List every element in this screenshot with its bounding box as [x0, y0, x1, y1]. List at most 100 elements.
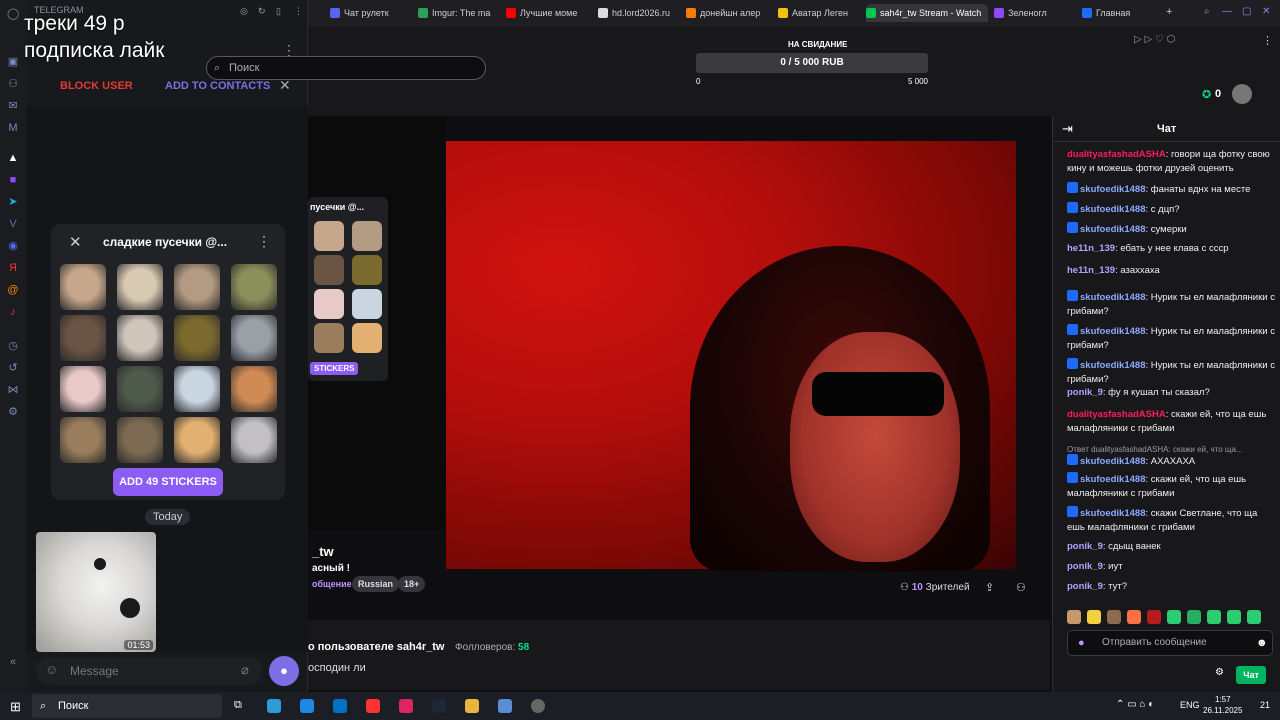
edge-icon[interactable] — [267, 699, 281, 713]
chat-message[interactable]: ponik_9: тут? — [1067, 580, 1277, 594]
browser-tab[interactable]: Лучшие моме — [506, 4, 594, 22]
microphone-button[interactable]: ● — [269, 656, 299, 686]
share-icon[interactable]: ⇪ — [985, 581, 994, 594]
emote-icon[interactable] — [1107, 610, 1121, 624]
menu-icon[interactable]: ◯ — [7, 8, 19, 20]
close-icon[interactable]: ✕ — [1262, 6, 1270, 17]
chat-username[interactable]: skufoedik1488 — [1080, 360, 1145, 371]
emote-icon[interactable] — [1127, 610, 1141, 624]
chat-message[interactable]: skufoedik1488: Нурик ты ел малафляники с… — [1067, 324, 1277, 353]
sticker-item[interactable] — [231, 315, 277, 361]
chat-username[interactable]: skufoedik1488 — [1080, 326, 1145, 337]
obs-icon[interactable] — [531, 699, 545, 713]
share-icon[interactable]: ⋈ — [7, 384, 19, 396]
language-indicator[interactable]: ENG — [1180, 700, 1200, 710]
sticker-item[interactable] — [231, 366, 277, 412]
chat-username[interactable]: he11n_139 — [1067, 243, 1115, 254]
notification-badge[interactable]: 21 — [1260, 700, 1270, 710]
yandex-music-icon[interactable]: ♪ — [7, 306, 19, 318]
emote-icon[interactable] — [1167, 610, 1181, 624]
history-icon[interactable]: ↺ — [7, 362, 19, 374]
emote-icon[interactable] — [1187, 610, 1201, 624]
chat-message[interactable]: skufoedik1488: Нурик ты ел малафляники с… — [1067, 290, 1277, 319]
chat-message[interactable]: ponik_9: иут — [1067, 560, 1277, 574]
sticker-item[interactable] — [117, 315, 163, 361]
browser-tab[interactable]: sah4r_tw Stream - Watch — [866, 4, 988, 22]
browser-tab[interactable]: Аватар Леген — [778, 4, 862, 22]
chat-username[interactable]: he11n_139 — [1067, 265, 1115, 276]
sticker-item[interactable] — [117, 417, 163, 463]
chat-username[interactable]: ponik_9 — [1067, 581, 1103, 592]
task-view-icon[interactable]: ⧉ — [234, 699, 248, 713]
chat-message[interactable]: ponik_9: сдыщ ванек — [1067, 540, 1277, 554]
more-options-icon[interactable]: ⚇ — [1016, 581, 1026, 594]
avatar[interactable] — [1232, 84, 1252, 104]
chat-message[interactable]: skufoedik1488: скажи Светлане, что ща еш… — [1067, 506, 1277, 535]
outlook-icon[interactable] — [333, 699, 347, 713]
gmail-icon[interactable]: M — [7, 122, 19, 134]
chat-message[interactable]: dualityasfashadASHA: говори ща фотку сво… — [1067, 148, 1277, 176]
channel-name[interactable]: _tw — [312, 544, 334, 559]
chat-username[interactable]: ponik_9 — [1067, 387, 1103, 398]
browser-tab[interactable]: донейшн алер — [686, 4, 774, 22]
settings-icon[interactable]: ◎ — [240, 6, 248, 17]
chat-message[interactable]: skufoedik1488: с дцп? — [1067, 202, 1277, 217]
chat-username[interactable]: skufoedik1488 — [1080, 184, 1145, 195]
sticker-item[interactable] — [117, 366, 163, 412]
chat-username[interactable]: skufoedik1488 — [1080, 224, 1145, 235]
emote-picker-icon[interactable]: ☻ — [1256, 631, 1268, 655]
sticker-item[interactable] — [174, 366, 220, 412]
chat-username[interactable]: skufoedik1488 — [1080, 508, 1145, 519]
chat-message[interactable]: skufoedik1488: сумерки — [1067, 222, 1277, 237]
block-user-button[interactable]: BLOCK USER — [60, 80, 133, 92]
sticker-item[interactable] — [60, 366, 106, 412]
chat-username[interactable]: ponik_9 — [1067, 561, 1103, 572]
sticker-item[interactable] — [231, 264, 277, 310]
twitch-icon[interactable]: ■ — [7, 174, 19, 186]
clock-date[interactable]: 26.11.2025 — [1203, 706, 1242, 715]
chat-message[interactable]: ponik_9: фу я кушал ты сказал? — [1067, 386, 1277, 400]
discord-icon[interactable]: ◉ — [7, 240, 19, 252]
browser-tab[interactable]: Чат рулетк — [330, 4, 414, 22]
yandex-icon[interactable] — [366, 699, 380, 713]
sticker-item[interactable] — [231, 417, 277, 463]
emote-icon[interactable] — [1087, 610, 1101, 624]
search-icon[interactable]: ⌕ — [1204, 6, 1210, 17]
search-input[interactable]: ⌕ Поиск — [206, 56, 486, 80]
maximize-icon[interactable]: ▢ — [1242, 6, 1251, 17]
steam-icon[interactable] — [432, 699, 446, 713]
toolbar-icons[interactable]: ▷ ▷ ♡ ⬡ — [1134, 34, 1175, 45]
chat-message[interactable]: he11n_139: азаххаха — [1067, 264, 1277, 278]
chat-message[interactable]: skufoedik1488: скажи ей, что ща ешь мала… — [1067, 472, 1277, 501]
browser-tab[interactable]: Зеленогл — [994, 4, 1078, 22]
collapse-icon[interactable]: « — [7, 656, 19, 668]
sticker-item[interactable] — [60, 264, 106, 310]
sticker-item[interactable] — [60, 315, 106, 361]
more-icon[interactable]: ⋮ — [257, 233, 271, 250]
chat-username[interactable]: dualityasfashadASHA — [1067, 149, 1166, 160]
chat-username[interactable]: skufoedik1488 — [1080, 474, 1145, 485]
more-icon[interactable]: ⋮ — [294, 6, 303, 17]
chat-username[interactable]: skufoedik1488 — [1080, 456, 1145, 467]
add-stickers-button[interactable]: ADD 49 STICKERS — [113, 468, 223, 496]
emote-icon[interactable] — [1067, 610, 1081, 624]
browser-tab[interactable]: Imgur: The ma — [418, 4, 502, 22]
chat-username[interactable]: skufoedik1488 — [1080, 204, 1145, 215]
chat-username[interactable]: dualityasfashadASHA — [1067, 409, 1166, 420]
emoji-icon[interactable]: ☺ — [45, 662, 58, 677]
tray-icons[interactable]: ⌃ ▭ ⌂ ◐ — [1116, 699, 1154, 710]
sticker-item[interactable] — [174, 417, 220, 463]
chat-input[interactable]: ● Отправить сообщение ☻ — [1067, 630, 1273, 656]
sticker-item[interactable] — [60, 417, 106, 463]
more-icon[interactable]: ⋮ — [1262, 34, 1273, 47]
minimize-icon[interactable]: ▯ — [276, 6, 281, 17]
browser-tab[interactable]: Главная — [1082, 4, 1162, 22]
tag-pill[interactable]: Russian — [352, 576, 400, 592]
opera-icon[interactable] — [399, 699, 413, 713]
video-message[interactable]: 01:53 — [36, 532, 156, 652]
sticker-item[interactable] — [174, 315, 220, 361]
clock-icon[interactable]: ◷ — [7, 340, 19, 352]
chat-send-button[interactable]: Чат — [1236, 666, 1266, 684]
reload-icon[interactable]: ↻ — [258, 6, 266, 17]
windows-start-icon[interactable]: ⊞ — [10, 699, 21, 715]
